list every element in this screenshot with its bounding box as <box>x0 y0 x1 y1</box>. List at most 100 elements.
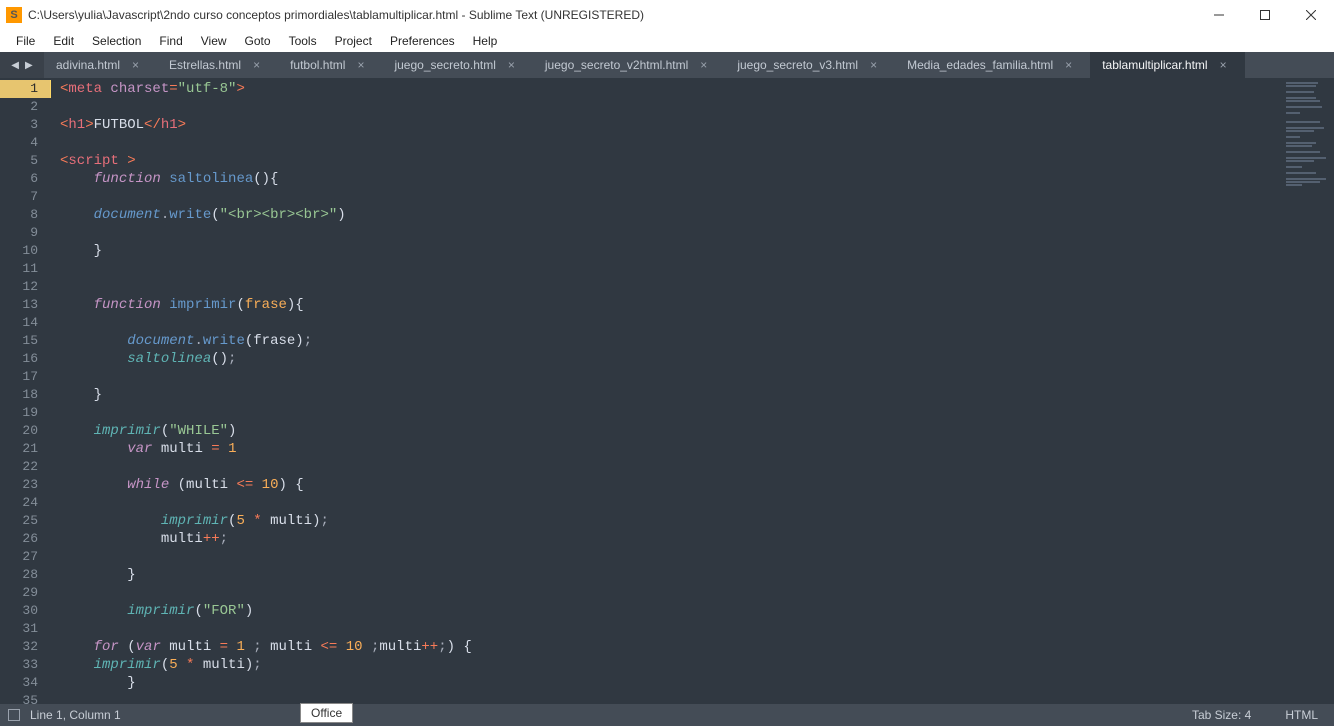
line-number[interactable]: 30 <box>0 602 50 620</box>
code-line[interactable] <box>50 404 1224 422</box>
tab-juego_secreto_v2html-html[interactable]: juego_secreto_v2html.html× <box>533 52 725 78</box>
close-icon[interactable]: × <box>508 58 515 72</box>
line-number[interactable]: 32 <box>0 638 50 656</box>
line-number[interactable]: 3 <box>0 116 50 134</box>
code-line[interactable] <box>50 620 1224 638</box>
code-line[interactable]: saltolinea(); <box>50 350 1224 368</box>
code-line[interactable]: } <box>50 566 1224 584</box>
status-panel-icon[interactable] <box>8 709 20 721</box>
line-number[interactable]: 25 <box>0 512 50 530</box>
code-line[interactable] <box>50 314 1224 332</box>
close-icon[interactable]: × <box>1065 58 1072 72</box>
maximize-button[interactable] <box>1242 0 1288 30</box>
close-icon[interactable]: × <box>253 58 260 72</box>
line-number[interactable]: 6 <box>0 170 50 188</box>
menu-find[interactable]: Find <box>151 32 190 50</box>
menu-view[interactable]: View <box>193 32 235 50</box>
code-line[interactable] <box>50 692 1224 704</box>
ime-chip[interactable]: Office <box>300 703 353 723</box>
line-number[interactable]: 21 <box>0 440 50 458</box>
tab-juego_secreto_v3-html[interactable]: juego_secreto_v3.html× <box>725 52 895 78</box>
line-number[interactable]: 19 <box>0 404 50 422</box>
minimap[interactable] <box>1224 78 1334 704</box>
code-line[interactable]: } <box>50 674 1224 692</box>
nav-back-icon[interactable]: ◀ <box>11 60 19 71</box>
line-number[interactable]: 2 <box>0 98 50 116</box>
line-number[interactable]: 10 <box>0 242 50 260</box>
line-number[interactable]: 28 <box>0 566 50 584</box>
line-number[interactable]: 34 <box>0 674 50 692</box>
code-line[interactable]: imprimir(5 * multi); <box>50 512 1224 530</box>
code-line[interactable]: document.write("<br><br><br>") <box>50 206 1224 224</box>
menu-goto[interactable]: Goto <box>237 32 279 50</box>
menu-project[interactable]: Project <box>327 32 380 50</box>
code-line[interactable]: } <box>50 386 1224 404</box>
line-number[interactable]: 33 <box>0 656 50 674</box>
code-line[interactable] <box>50 494 1224 512</box>
syntax-mode[interactable]: HTML <box>1285 708 1318 722</box>
menu-preferences[interactable]: Preferences <box>382 32 463 50</box>
close-button[interactable] <box>1288 0 1334 30</box>
nav-forward-icon[interactable]: ▶ <box>25 60 33 71</box>
tab-Estrellas-html[interactable]: Estrellas.html× <box>157 52 278 78</box>
tab-juego_secreto-html[interactable]: juego_secreto.html× <box>382 52 532 78</box>
line-number[interactable]: 12 <box>0 278 50 296</box>
menu-edit[interactable]: Edit <box>45 32 82 50</box>
close-icon[interactable]: × <box>1220 58 1227 72</box>
code-line[interactable] <box>50 458 1224 476</box>
code-line[interactable] <box>50 278 1224 296</box>
code-line[interactable] <box>50 224 1224 242</box>
code-line[interactable]: var multi = 1 <box>50 440 1224 458</box>
menu-tools[interactable]: Tools <box>281 32 325 50</box>
line-number[interactable]: 15 <box>0 332 50 350</box>
line-number[interactable]: 31 <box>0 620 50 638</box>
minimize-button[interactable] <box>1196 0 1242 30</box>
code-line[interactable]: multi++; <box>50 530 1224 548</box>
code-line[interactable]: imprimir(5 * multi); <box>50 656 1224 674</box>
line-number[interactable]: 17 <box>0 368 50 386</box>
code-line[interactable]: } <box>50 242 1224 260</box>
line-number[interactable]: 11 <box>0 260 50 278</box>
tab-futbol-html[interactable]: futbol.html× <box>278 52 382 78</box>
line-number[interactable]: 4 <box>0 134 50 152</box>
line-number[interactable]: 29 <box>0 584 50 602</box>
code-line[interactable] <box>50 368 1224 386</box>
tab-size[interactable]: Tab Size: 4 <box>1192 708 1251 722</box>
code-line[interactable]: for (var multi = 1 ; multi <= 10 ;multi+… <box>50 638 1224 656</box>
line-number[interactable]: 1 <box>0 80 50 98</box>
line-number[interactable]: 8 <box>0 206 50 224</box>
line-number[interactable]: 14 <box>0 314 50 332</box>
line-number[interactable]: 24 <box>0 494 50 512</box>
line-number[interactable]: 20 <box>0 422 50 440</box>
close-icon[interactable]: × <box>700 58 707 72</box>
code-line[interactable] <box>50 584 1224 602</box>
tab-tablamultiplicar-html[interactable]: tablamultiplicar.html× <box>1090 52 1244 78</box>
close-icon[interactable]: × <box>132 58 139 72</box>
code-line[interactable] <box>50 134 1224 152</box>
menu-selection[interactable]: Selection <box>84 32 149 50</box>
line-number[interactable]: 13 <box>0 296 50 314</box>
code-line[interactable]: imprimir("FOR") <box>50 602 1224 620</box>
line-number[interactable]: 9 <box>0 224 50 242</box>
code-line[interactable]: <meta charset="utf-8"> <box>50 80 1224 98</box>
line-number[interactable]: 16 <box>0 350 50 368</box>
code-line[interactable]: <h1>FUTBOL</h1> <box>50 116 1224 134</box>
code-line[interactable]: <script > <box>50 152 1224 170</box>
code-line[interactable]: function imprimir(frase){ <box>50 296 1224 314</box>
line-number[interactable]: 35 <box>0 692 50 704</box>
code-line[interactable] <box>50 548 1224 566</box>
menu-help[interactable]: Help <box>465 32 506 50</box>
line-number[interactable]: 27 <box>0 548 50 566</box>
code-line[interactable]: imprimir("WHILE") <box>50 422 1224 440</box>
line-number[interactable]: 23 <box>0 476 50 494</box>
code-line[interactable]: document.write(frase); <box>50 332 1224 350</box>
menu-file[interactable]: File <box>8 32 43 50</box>
tab-adivina-html[interactable]: adivina.html× <box>44 52 157 78</box>
code-line[interactable] <box>50 98 1224 116</box>
line-number[interactable]: 22 <box>0 458 50 476</box>
line-number[interactable]: 18 <box>0 386 50 404</box>
code-line[interactable]: function saltolinea(){ <box>50 170 1224 188</box>
code-content[interactable]: <meta charset="utf-8"> <h1>FUTBOL</h1> <sc… <box>50 78 1224 704</box>
code-line[interactable]: while (multi <= 10) { <box>50 476 1224 494</box>
code-line[interactable] <box>50 188 1224 206</box>
